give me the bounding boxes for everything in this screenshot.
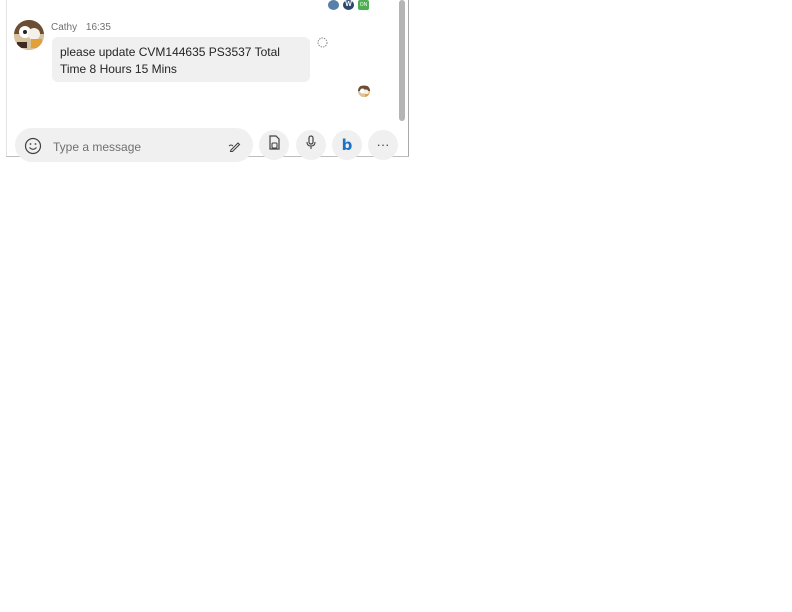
message-bubble[interactable]: please update CVM144635 PS3537 Total Tim… bbox=[52, 37, 310, 82]
bing-icon: b bbox=[341, 136, 353, 154]
scrollbar-thumb[interactable] bbox=[399, 0, 405, 121]
avatar[interactable] bbox=[14, 20, 44, 50]
message-header: Cathy 16:35 bbox=[51, 22, 111, 33]
bing-button[interactable]: b bbox=[332, 130, 362, 160]
seen-by-avatar bbox=[358, 85, 370, 97]
microphone-icon bbox=[305, 134, 317, 156]
panel-border-left bbox=[6, 0, 7, 157]
receipt-avatar bbox=[328, 0, 339, 10]
message-text-line: Time 8 Hours 15 Mins bbox=[60, 62, 177, 76]
message-input[interactable] bbox=[51, 136, 215, 158]
format-pen-icon[interactable] bbox=[228, 139, 242, 153]
receipt-avatar: W bbox=[343, 0, 354, 10]
reaction-smile-icon[interactable] bbox=[317, 35, 328, 48]
attach-button[interactable] bbox=[259, 130, 289, 160]
more-options-button[interactable]: ··· bbox=[368, 130, 398, 160]
panel-border-right bbox=[408, 0, 409, 157]
receipt-avatar: ON bbox=[358, 0, 369, 10]
emoji-icon[interactable] bbox=[24, 137, 42, 155]
more-horizontal-icon: ··· bbox=[376, 137, 390, 152]
voice-message-button[interactable] bbox=[296, 130, 326, 160]
sender-name: Cathy bbox=[51, 22, 78, 33]
message-composer bbox=[15, 128, 253, 162]
attach-file-icon bbox=[267, 134, 281, 156]
message-time: 16:35 bbox=[85, 22, 111, 33]
message-text-line: please update CVM144635 PS3537 Total bbox=[60, 45, 280, 59]
